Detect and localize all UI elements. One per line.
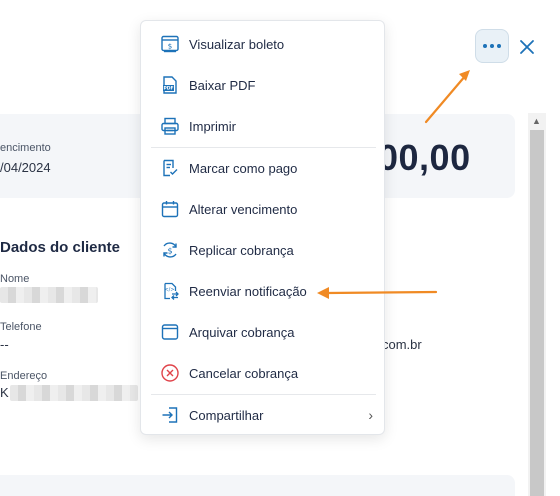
scroll-up-arrow-icon[interactable]: ▲	[532, 116, 541, 126]
menu-item-compartilhar[interactable]: Compartilhar ›	[141, 396, 386, 434]
close-button[interactable]	[516, 36, 538, 58]
menu-item-label: Marcar como pago	[189, 160, 298, 176]
nome-label: Nome	[0, 273, 30, 285]
endereco-value-prefix: K	[0, 385, 9, 400]
actions-menu: $ Visualizar boleto PDF Baixar PDF Impri…	[140, 20, 385, 435]
printer-icon	[160, 116, 180, 136]
menu-item-label: Reenviar notificação	[189, 283, 307, 299]
vencimento-label: encimento	[0, 142, 51, 154]
chevron-right-icon: ›	[368, 407, 373, 423]
svg-text:$: $	[168, 43, 172, 51]
pdf-icon: PDF	[160, 75, 180, 95]
share-icon	[160, 405, 180, 425]
menu-item-label: Baixar PDF	[189, 77, 256, 93]
menu-item-alterar-vencimento[interactable]: Alterar vencimento	[141, 190, 386, 228]
more-horizontal-icon	[483, 44, 487, 48]
scrollbar-thumb[interactable]	[530, 130, 544, 496]
nome-value-redacted	[0, 287, 98, 303]
bottom-card	[0, 475, 515, 496]
email-value-tail: com.br	[382, 337, 422, 352]
cancel-icon	[160, 363, 180, 383]
resend-icon: </>	[160, 281, 180, 301]
svg-text:</>: </>	[164, 287, 174, 293]
amount-value: 00,00	[378, 137, 471, 178]
telefone-value: --	[0, 337, 9, 352]
close-icon	[520, 40, 534, 54]
calendar-icon	[160, 199, 180, 219]
menu-item-replicar-cobranca[interactable]: $ Replicar cobrança	[141, 231, 386, 269]
client-section-title: Dados do cliente	[0, 239, 121, 256]
svg-text:PDF: PDF	[163, 86, 173, 92]
menu-item-cancelar-cobranca[interactable]: Cancelar cobrança	[141, 354, 386, 392]
archive-icon	[160, 322, 180, 342]
menu-item-marcar-como-pago[interactable]: Marcar como pago	[141, 149, 386, 187]
more-dot	[497, 44, 501, 48]
telefone-label: Telefone	[0, 321, 42, 333]
menu-divider	[151, 394, 376, 395]
menu-item-label: Alterar vencimento	[189, 201, 298, 217]
menu-item-arquivar-cobranca[interactable]: Arquivar cobrança	[141, 313, 386, 351]
more-dot	[490, 44, 494, 48]
replicate-icon: $	[160, 240, 180, 260]
boleto-icon: $	[160, 34, 180, 54]
menu-divider	[151, 147, 376, 148]
menu-item-label: Imprimir	[189, 118, 236, 134]
menu-item-reenviar-notificacao[interactable]: </> Reenviar notificação	[141, 272, 386, 310]
menu-item-imprimir[interactable]: Imprimir	[141, 107, 386, 145]
menu-item-label: Compartilhar	[189, 407, 264, 423]
mark-paid-icon	[160, 158, 180, 178]
more-options-button[interactable]	[475, 29, 509, 63]
menu-item-label: Visualizar boleto	[189, 36, 285, 52]
menu-item-label: Replicar cobrança	[189, 242, 294, 258]
endereco-label: Endereço	[0, 370, 48, 382]
endereco-value-redacted	[10, 385, 138, 401]
menu-item-label: Arquivar cobrança	[189, 324, 295, 340]
menu-item-baixar-pdf[interactable]: PDF Baixar PDF	[141, 66, 386, 104]
svg-text:$: $	[167, 247, 172, 256]
vencimento-value: /04/2024	[0, 160, 51, 175]
menu-item-label: Cancelar cobrança	[189, 365, 299, 381]
menu-item-visualizar-boleto[interactable]: $ Visualizar boleto	[141, 25, 386, 63]
